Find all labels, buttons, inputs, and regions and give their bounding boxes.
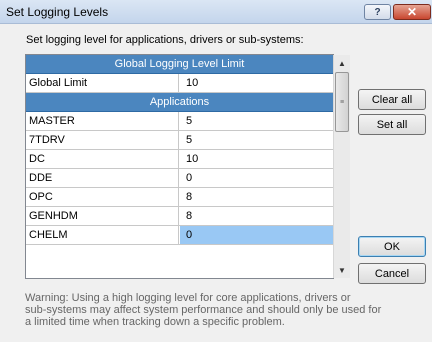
- close-button[interactable]: ✕: [393, 4, 431, 20]
- table-row[interactable]: DC 10: [26, 150, 333, 169]
- table-row-selected[interactable]: CHELM 0: [26, 226, 333, 245]
- scroll-thumb[interactable]: ≡: [335, 72, 349, 132]
- table-row[interactable]: GENHDM 8: [26, 207, 333, 226]
- global-limit-row[interactable]: Global Limit 10: [26, 74, 333, 93]
- row-name: 7TDRV: [26, 131, 179, 149]
- table-row[interactable]: DDE 0: [26, 169, 333, 188]
- row-name: MASTER: [26, 112, 179, 130]
- row-name: CHELM: [26, 226, 179, 244]
- chevron-up-icon: ▲: [338, 58, 346, 68]
- global-section-header: Global Logging Level Limit: [26, 55, 333, 74]
- row-name: OPC: [26, 188, 179, 206]
- chevron-down-icon: ▼: [338, 265, 346, 275]
- row-value[interactable]: 10: [180, 150, 333, 168]
- row-value-selected[interactable]: 0: [180, 226, 333, 244]
- table-row[interactable]: MASTER 5: [26, 112, 333, 131]
- window-title: Set Logging Levels: [6, 5, 109, 19]
- scroll-down-button[interactable]: ▼: [334, 262, 350, 278]
- help-icon: ?: [374, 6, 381, 18]
- clear-all-button[interactable]: Clear all: [358, 89, 426, 110]
- row-name: Global Limit: [26, 74, 179, 92]
- ok-button[interactable]: OK: [358, 236, 426, 257]
- row-value[interactable]: 0: [180, 169, 333, 187]
- scroll-up-button[interactable]: ▲: [334, 55, 350, 71]
- warning-line: sub-systems may affect system performanc…: [25, 304, 382, 316]
- grip-icon: ≡: [339, 98, 345, 106]
- row-value[interactable]: 8: [180, 188, 333, 206]
- row-name: GENHDM: [26, 207, 179, 225]
- set-all-button[interactable]: Set all: [358, 114, 426, 135]
- row-value[interactable]: 10: [180, 74, 333, 92]
- grid-scrollbar[interactable]: ▲ ≡ ▼: [333, 55, 350, 278]
- instruction-label: Set logging level for applications, driv…: [26, 34, 304, 46]
- help-button[interactable]: ?: [364, 4, 391, 20]
- warning-text: Warning: Using a high logging level for …: [25, 292, 382, 328]
- close-icon: ✕: [406, 5, 418, 19]
- table-row[interactable]: 7TDRV 5: [26, 131, 333, 150]
- grid-body: Global Logging Level Limit Global Limit …: [26, 55, 333, 245]
- title-bar: Set Logging Levels ? ✕: [0, 0, 432, 24]
- warning-line: a limited time when tracking down a spec…: [25, 316, 285, 328]
- table-row[interactable]: OPC 8: [26, 188, 333, 207]
- row-value[interactable]: 5: [180, 112, 333, 130]
- row-value[interactable]: 8: [180, 207, 333, 225]
- applications-section-header: Applications: [26, 93, 333, 112]
- row-name: DC: [26, 150, 179, 168]
- logging-levels-grid: Global Logging Level Limit Global Limit …: [25, 54, 334, 279]
- row-value[interactable]: 5: [180, 131, 333, 149]
- warning-line: Warning: Using a high logging level for …: [25, 292, 351, 304]
- row-name: DDE: [26, 169, 179, 187]
- cancel-button[interactable]: Cancel: [358, 263, 426, 284]
